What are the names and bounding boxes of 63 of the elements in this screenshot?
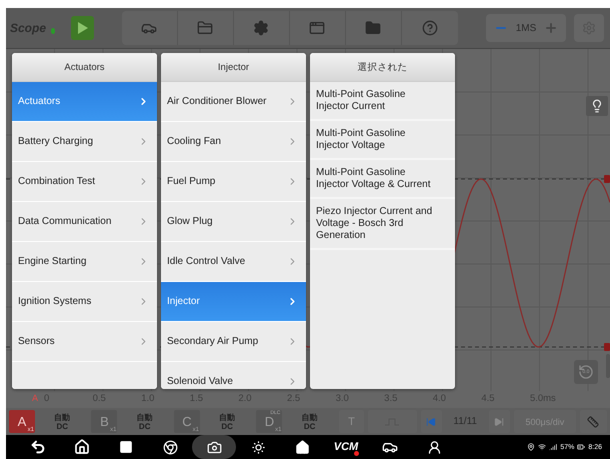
menu-item[interactable]: Solenoid Valve <box>161 362 306 389</box>
menu-item[interactable]: Combination Test <box>12 162 157 202</box>
panel-header: 選択された <box>310 53 455 82</box>
menu-item[interactable]: Multi-Point Gasoline Injector Voltage <box>310 121 455 160</box>
skip-forward-button[interactable] <box>488 410 510 433</box>
status-dot <box>51 28 56 34</box>
plus-icon <box>544 21 558 35</box>
location-icon <box>527 443 536 451</box>
home-icon <box>74 439 90 455</box>
browser-icon <box>162 440 178 454</box>
menu-item[interactable]: Ignition Systems <box>12 282 157 322</box>
menu-item[interactable]: Idle Control Valve <box>161 242 306 282</box>
vcm-button[interactable]: VCM <box>324 435 368 459</box>
menu-item[interactable]: Air Conditioner Blower <box>161 82 306 122</box>
menu-item[interactable]: Injector <box>161 282 306 322</box>
channel-mode: 自動 DC <box>218 412 236 430</box>
level-marker <box>604 343 610 351</box>
reset-icon <box>578 364 594 380</box>
lightbulb-icon <box>590 99 604 113</box>
skip-back-icon <box>426 416 436 426</box>
camera-button[interactable] <box>192 435 236 459</box>
folder-icon <box>365 20 382 36</box>
menu-item[interactable]: Cooling Fan <box>161 122 306 162</box>
menu-item[interactable]: Fuel Pump <box>161 162 306 202</box>
menu-item[interactable]: Engine Starting <box>12 242 157 282</box>
square-icon <box>119 440 133 454</box>
battery-icon <box>577 443 586 451</box>
menu-item[interactable]: Data Communication <box>12 202 157 242</box>
window-icon <box>309 20 326 36</box>
skip-forward-icon <box>494 416 504 426</box>
menu-item[interactable]: Battery Charging <box>12 122 157 162</box>
channel-mode: 自動 DC <box>136 412 154 430</box>
menu-item[interactable]: Actuators <box>12 82 157 122</box>
menu-item[interactable]: Secondary Air Pump <box>161 322 306 362</box>
panel-header: Injector <box>161 53 306 82</box>
menu-item[interactable]: Multi-Point Gasoline Injector Voltage & Current <box>310 160 455 199</box>
channel-mode: 自動 DC <box>53 412 72 430</box>
help-icon <box>422 20 438 36</box>
ruler-button[interactable] <box>580 410 607 433</box>
play-icon <box>78 22 88 34</box>
camera-icon <box>206 440 222 454</box>
menu-item[interactable]: Piezo Injector Current and Voltage - Bosch 3rd Generation <box>310 199 455 250</box>
back-icon <box>30 439 46 455</box>
folder-icon <box>197 20 214 36</box>
play-button[interactable] <box>71 16 94 40</box>
signal-icon <box>549 443 558 451</box>
axis-channel-label: A <box>32 393 40 403</box>
plus-button[interactable] <box>544 21 558 35</box>
house-icon <box>294 440 310 454</box>
settings-icon <box>253 20 270 36</box>
menu-item[interactable]: Multi-Point Gasoline Injector Current <box>310 82 455 121</box>
level-marker <box>604 175 610 183</box>
menu-item[interactable]: Glow Plug <box>161 202 306 242</box>
ruler-icon <box>587 416 600 428</box>
lightbulb-button[interactable] <box>586 96 608 116</box>
scale-value: 1MS <box>516 22 536 34</box>
channel-mode: 自動 DC <box>300 412 319 430</box>
person-icon <box>426 440 442 454</box>
sun-icon <box>250 440 266 454</box>
wifi-icon <box>538 443 546 451</box>
panel-header: Actuators <box>12 53 157 82</box>
error-dot <box>354 451 359 456</box>
menu-item[interactable]: Sensors <box>12 322 157 362</box>
